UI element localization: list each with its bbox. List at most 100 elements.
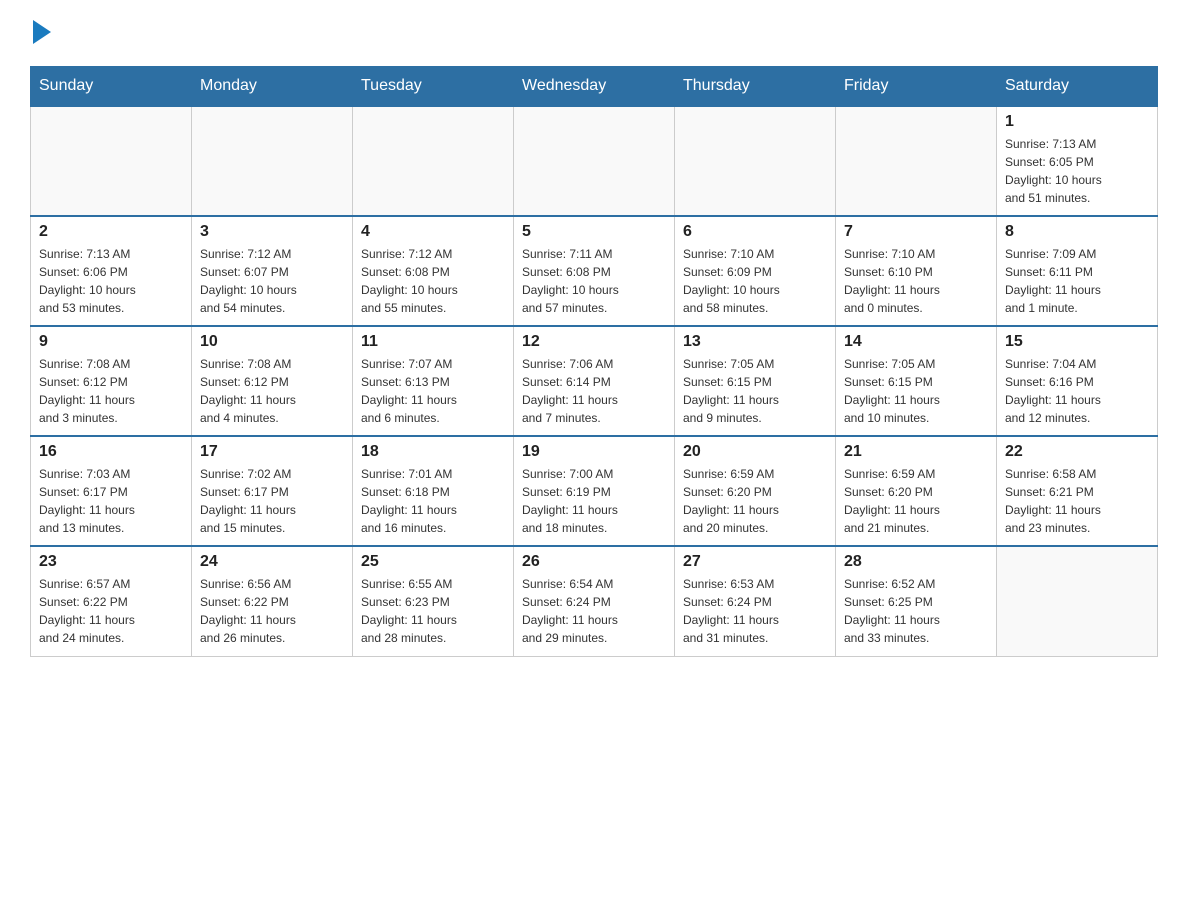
calendar-cell: 1Sunrise: 7:13 AMSunset: 6:05 PMDaylight… bbox=[997, 106, 1158, 216]
weekday-header-tuesday: Tuesday bbox=[353, 67, 514, 107]
weekday-header-friday: Friday bbox=[836, 67, 997, 107]
day-info: Sunrise: 7:00 AMSunset: 6:19 PMDaylight:… bbox=[522, 465, 666, 537]
calendar-cell: 22 Sunrise: 6:58 AMSunset: 6:21 PMDayligh… bbox=[997, 436, 1158, 546]
page-header bbox=[30, 20, 1158, 46]
day-number: 15 bbox=[1005, 333, 1149, 351]
calendar-cell: 20 Sunrise: 6:59 AMSunset: 6:20 PMDayligh… bbox=[675, 436, 836, 546]
day-info: Sunrise: 6:53 AMSunset: 6:24 PMDaylight:… bbox=[683, 575, 827, 647]
calendar-cell: 11 Sunrise: 7:07 AMSunset: 6:13 PMDayligh… bbox=[353, 326, 514, 436]
day-number: 18 bbox=[361, 443, 505, 461]
day-number: 16 bbox=[39, 443, 183, 461]
day-number: 28 bbox=[844, 553, 988, 571]
day-info: Sunrise: 7:08 AMSunset: 6:12 PMDaylight:… bbox=[39, 355, 183, 427]
day-number: 26 bbox=[522, 553, 666, 571]
day-number: 20 bbox=[683, 443, 827, 461]
day-info: Sunrise: 7:07 AMSunset: 6:13 PMDaylight:… bbox=[361, 355, 505, 427]
day-number: 27 bbox=[683, 553, 827, 571]
calendar-cell: 18 Sunrise: 7:01 AMSunset: 6:18 PMDayligh… bbox=[353, 436, 514, 546]
day-number: 7 bbox=[844, 223, 988, 241]
day-number: 9 bbox=[39, 333, 183, 351]
logo bbox=[30, 20, 51, 46]
day-info: Sunrise: 7:04 AMSunset: 6:16 PMDaylight:… bbox=[1005, 355, 1149, 427]
calendar-week-5: 23Sunrise: 6:57 AMSunset: 6:22 PMDayligh… bbox=[31, 546, 1158, 656]
day-number: 1 bbox=[1005, 113, 1149, 131]
day-info: Sunrise: 7:02 AMSunset: 6:17 PMDaylight:… bbox=[200, 465, 344, 537]
calendar-cell: 7 Sunrise: 7:10 AMSunset: 6:10 PMDaylight… bbox=[836, 216, 997, 326]
day-number: 25 bbox=[361, 553, 505, 571]
calendar-cell: 28 Sunrise: 6:52 AMSunset: 6:25 PMDayligh… bbox=[836, 546, 997, 656]
day-info: Sunrise: 7:10 AMSunset: 6:09 PMDaylight:… bbox=[683, 245, 827, 317]
day-info: Sunrise: 6:54 AMSunset: 6:24 PMDaylight:… bbox=[522, 575, 666, 647]
day-number: 10 bbox=[200, 333, 344, 351]
calendar-cell: 10 Sunrise: 7:08 AMSunset: 6:12 PMDayligh… bbox=[192, 326, 353, 436]
calendar-cell: 27 Sunrise: 6:53 AMSunset: 6:24 PMDayligh… bbox=[675, 546, 836, 656]
calendar-cell: 3 Sunrise: 7:12 AMSunset: 6:07 PMDaylight… bbox=[192, 216, 353, 326]
calendar-cell: 8 Sunrise: 7:09 AMSunset: 6:11 PMDaylight… bbox=[997, 216, 1158, 326]
weekday-header-row: SundayMondayTuesdayWednesdayThursdayFrid… bbox=[31, 67, 1158, 107]
calendar-cell: 15 Sunrise: 7:04 AMSunset: 6:16 PMDayligh… bbox=[997, 326, 1158, 436]
calendar-cell bbox=[31, 106, 192, 216]
calendar-cell: 4 Sunrise: 7:12 AMSunset: 6:08 PMDaylight… bbox=[353, 216, 514, 326]
calendar-table: SundayMondayTuesdayWednesdayThursdayFrid… bbox=[30, 66, 1158, 657]
day-info: Sunrise: 7:09 AMSunset: 6:11 PMDaylight:… bbox=[1005, 245, 1149, 317]
day-number: 22 bbox=[1005, 443, 1149, 461]
calendar-cell bbox=[192, 106, 353, 216]
day-number: 17 bbox=[200, 443, 344, 461]
calendar-cell: 24 Sunrise: 6:56 AMSunset: 6:22 PMDayligh… bbox=[192, 546, 353, 656]
calendar-cell bbox=[514, 106, 675, 216]
day-info: Sunrise: 7:01 AMSunset: 6:18 PMDaylight:… bbox=[361, 465, 505, 537]
day-info: Sunrise: 7:10 AMSunset: 6:10 PMDaylight:… bbox=[844, 245, 988, 317]
calendar-cell: 6 Sunrise: 7:10 AMSunset: 6:09 PMDaylight… bbox=[675, 216, 836, 326]
day-number: 5 bbox=[522, 223, 666, 241]
calendar-cell: 16 Sunrise: 7:03 AMSunset: 6:17 PMDayligh… bbox=[31, 436, 192, 546]
calendar-cell: 17 Sunrise: 7:02 AMSunset: 6:17 PMDayligh… bbox=[192, 436, 353, 546]
calendar-cell bbox=[675, 106, 836, 216]
logo-arrow-icon bbox=[33, 20, 51, 44]
weekday-header-thursday: Thursday bbox=[675, 67, 836, 107]
day-number: 12 bbox=[522, 333, 666, 351]
day-info: Sunrise: 6:56 AMSunset: 6:22 PMDaylight:… bbox=[200, 575, 344, 647]
calendar-week-1: 1Sunrise: 7:13 AMSunset: 6:05 PMDaylight… bbox=[31, 106, 1158, 216]
day-info: Sunrise: 6:55 AMSunset: 6:23 PMDaylight:… bbox=[361, 575, 505, 647]
day-number: 6 bbox=[683, 223, 827, 241]
calendar-week-2: 2 Sunrise: 7:13 AMSunset: 6:06 PMDaylight… bbox=[31, 216, 1158, 326]
day-info: Sunrise: 7:11 AMSunset: 6:08 PMDaylight:… bbox=[522, 245, 666, 317]
calendar-cell: 5 Sunrise: 7:11 AMSunset: 6:08 PMDaylight… bbox=[514, 216, 675, 326]
calendar-cell: 25 Sunrise: 6:55 AMSunset: 6:23 PMDayligh… bbox=[353, 546, 514, 656]
day-info: Sunrise: 7:12 AMSunset: 6:08 PMDaylight:… bbox=[361, 245, 505, 317]
day-info: Sunrise: 7:03 AMSunset: 6:17 PMDaylight:… bbox=[39, 465, 183, 537]
weekday-header-wednesday: Wednesday bbox=[514, 67, 675, 107]
calendar-cell: 19 Sunrise: 7:00 AMSunset: 6:19 PMDayligh… bbox=[514, 436, 675, 546]
day-number: 2 bbox=[39, 223, 183, 241]
day-info: Sunrise: 7:06 AMSunset: 6:14 PMDaylight:… bbox=[522, 355, 666, 427]
calendar-cell: 26 Sunrise: 6:54 AMSunset: 6:24 PMDayligh… bbox=[514, 546, 675, 656]
day-number: 24 bbox=[200, 553, 344, 571]
day-info: Sunrise: 7:12 AMSunset: 6:07 PMDaylight:… bbox=[200, 245, 344, 317]
calendar-cell: 21 Sunrise: 6:59 AMSunset: 6:20 PMDayligh… bbox=[836, 436, 997, 546]
calendar-cell bbox=[353, 106, 514, 216]
calendar-cell bbox=[836, 106, 997, 216]
day-info: Sunrise: 6:58 AMSunset: 6:21 PMDaylight:… bbox=[1005, 465, 1149, 537]
day-info: Sunrise: 7:08 AMSunset: 6:12 PMDaylight:… bbox=[200, 355, 344, 427]
day-info: Sunrise: 7:13 AMSunset: 6:06 PMDaylight:… bbox=[39, 245, 183, 317]
day-number: 8 bbox=[1005, 223, 1149, 241]
day-number: 14 bbox=[844, 333, 988, 351]
calendar-cell: 12 Sunrise: 7:06 AMSunset: 6:14 PMDayligh… bbox=[514, 326, 675, 436]
calendar-cell: 13Sunrise: 7:05 AMSunset: 6:15 PMDayligh… bbox=[675, 326, 836, 436]
weekday-header-monday: Monday bbox=[192, 67, 353, 107]
calendar-cell: 23Sunrise: 6:57 AMSunset: 6:22 PMDayligh… bbox=[31, 546, 192, 656]
calendar-week-4: 16 Sunrise: 7:03 AMSunset: 6:17 PMDayligh… bbox=[31, 436, 1158, 546]
day-number: 23 bbox=[39, 553, 183, 571]
day-number: 13 bbox=[683, 333, 827, 351]
weekday-header-sunday: Sunday bbox=[31, 67, 192, 107]
day-info: Sunrise: 6:59 AMSunset: 6:20 PMDaylight:… bbox=[683, 465, 827, 537]
day-number: 11 bbox=[361, 333, 505, 351]
day-number: 4 bbox=[361, 223, 505, 241]
calendar-cell: 2 Sunrise: 7:13 AMSunset: 6:06 PMDaylight… bbox=[31, 216, 192, 326]
day-number: 21 bbox=[844, 443, 988, 461]
day-number: 19 bbox=[522, 443, 666, 461]
day-number: 3 bbox=[200, 223, 344, 241]
day-info: Sunrise: 6:52 AMSunset: 6:25 PMDaylight:… bbox=[844, 575, 988, 647]
day-info: Sunrise: 7:05 AMSunset: 6:15 PMDaylight:… bbox=[844, 355, 988, 427]
day-info: Sunrise: 6:59 AMSunset: 6:20 PMDaylight:… bbox=[844, 465, 988, 537]
